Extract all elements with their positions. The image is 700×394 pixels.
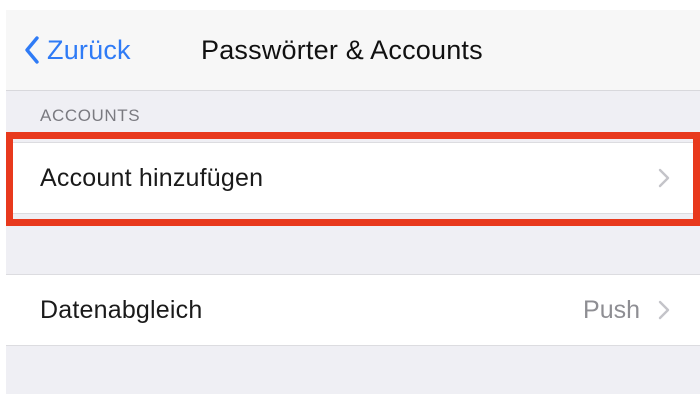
chevron-left-icon — [24, 36, 40, 64]
add-account-row[interactable]: Account hinzufügen — [6, 142, 700, 214]
back-button[interactable]: Zurück — [24, 32, 131, 68]
navigation-bar: Zurück Passwörter & Accounts — [6, 10, 700, 91]
add-account-label: Account hinzufügen — [40, 164, 264, 192]
page-title: Passwörter & Accounts — [201, 35, 483, 65]
data-sync-value: Push — [583, 296, 640, 324]
chevron-right-icon — [658, 168, 670, 193]
data-sync-row[interactable]: Datenabgleich Push — [6, 274, 700, 346]
back-button-label: Zurück — [47, 34, 131, 65]
chevron-right-icon — [658, 300, 670, 325]
settings-screen: Zurück Passwörter & Accounts ACCOUNTS Ac… — [6, 10, 700, 394]
section-header-accounts: ACCOUNTS — [40, 106, 141, 125]
data-sync-label: Datenabgleich — [40, 296, 203, 324]
